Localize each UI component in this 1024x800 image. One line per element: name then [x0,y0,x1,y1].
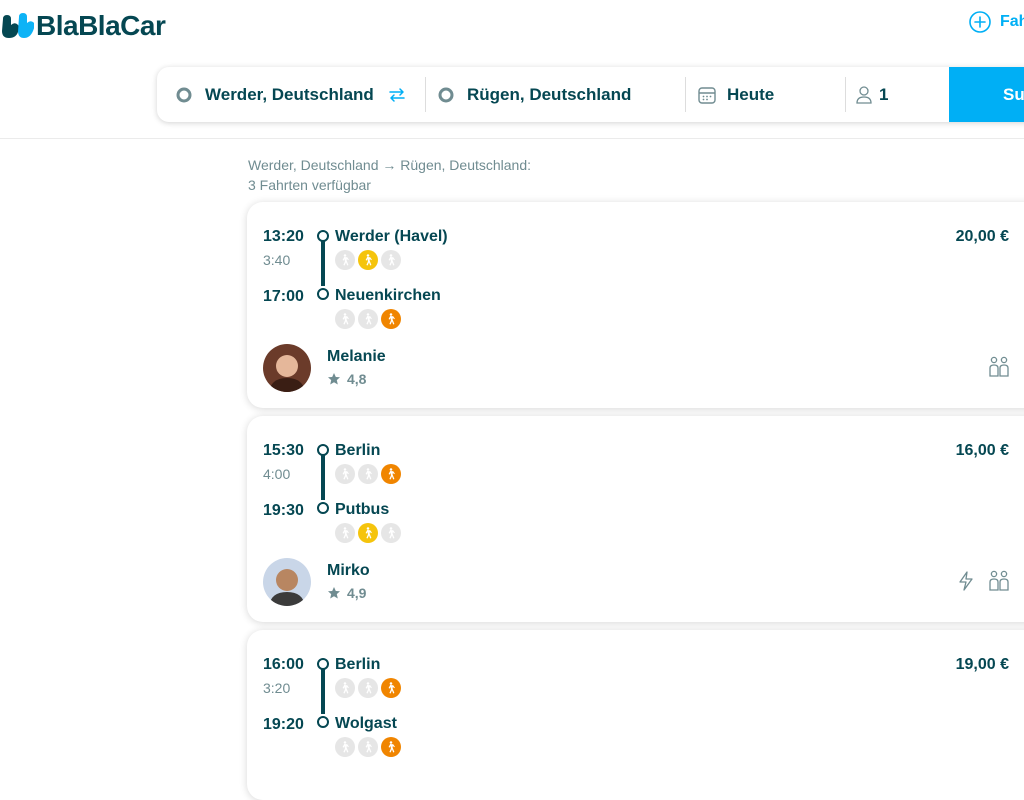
destination-proximity [335,523,401,543]
offer-ride-link[interactable]: Fah [968,10,1024,34]
driver-rating: 4,9 [327,585,366,601]
driver-rating: 4,8 [327,371,366,387]
ride-features [987,356,1011,378]
walking-proximity-icon [358,309,378,329]
search-button[interactable]: Su [949,67,1024,122]
walking-proximity-icon [358,464,378,484]
walking-proximity-icon [381,464,401,484]
arrival-time: 19:20 [263,716,304,733]
lightning-icon [959,571,973,591]
ride-card[interactable]: 15:30 4:00 19:30 Berlin Putbus 16,00 € M… [247,416,1024,622]
swap-button[interactable] [387,67,413,122]
plus-circle-icon [969,11,991,33]
origin-proximity [335,464,401,484]
search-bar: Werder, Deutschland Rügen, Deutschland H… [157,67,1024,122]
to-value: Rügen, Deutschland [467,84,632,104]
destination-circle-icon [438,87,454,102]
blablacar-logo[interactable]: BlaBlaCar [0,8,166,44]
from-field[interactable]: Werder, Deutschland [175,67,415,122]
max-two-back-seat-icon [989,570,1009,591]
origin-city: Berlin [335,442,381,459]
departure-time: 15:30 [263,442,304,459]
from-value: Werder, Deutschland [205,84,374,104]
date-value: Heute [727,84,775,104]
driver-avatar[interactable] [263,344,311,392]
route-line [321,454,325,500]
person-icon [856,85,872,104]
destination-city: Putbus [335,501,390,518]
ride-price: 16,00 € [955,442,1009,459]
origin-proximity [335,678,401,698]
driver-avatar[interactable] [263,558,311,606]
offer-ride-label: Fah [1000,13,1024,30]
divider [845,77,846,112]
walking-proximity-icon [358,250,378,270]
max-two-back-seat-icon [989,356,1009,377]
route-summary: Werder, Deutschland → Rügen, Deutschland… [248,157,532,173]
blablacar-logo-icon [2,13,34,38]
driver-name: Melanie [327,348,386,365]
divider [425,77,426,112]
destination-proximity [335,309,401,329]
passenger-field[interactable]: 1 [855,67,945,122]
to-field[interactable]: Rügen, Deutschland [437,67,687,122]
walking-proximity-icon [335,678,355,698]
divider [685,77,686,112]
origin-city: Werder (Havel) [335,228,448,245]
destination-city: Neuenkirchen [335,287,441,304]
rating-value: 4,8 [347,371,367,387]
star-icon [328,373,340,385]
walking-proximity-icon [381,309,401,329]
header-divider [0,138,1024,139]
arrival-time: 19:30 [263,502,304,519]
walking-proximity-icon [335,250,355,270]
walking-proximity-icon [381,678,401,698]
departure-time: 13:20 [263,228,304,245]
origin-proximity [335,250,401,270]
driver-name: Mirko [327,562,370,579]
walking-proximity-icon [358,678,378,698]
star-icon [328,587,340,599]
destination-city: Wolgast [335,715,397,732]
ride-price: 20,00 € [955,228,1009,245]
origin-circle-icon [176,87,192,102]
walking-proximity-icon [335,737,355,757]
route-line [321,668,325,714]
walking-proximity-icon [335,523,355,543]
results-summary: Werder, Deutschland → Rügen, Deutschland… [248,155,531,195]
destination-proximity [335,737,401,757]
walking-proximity-icon [335,464,355,484]
walking-proximity-icon [358,737,378,757]
calendar-icon [698,86,716,104]
search-button-label: Su [1003,84,1024,104]
origin-city: Berlin [335,656,381,673]
passenger-count: 1 [879,84,889,104]
duration: 3:40 [263,252,291,268]
route-line [321,240,325,286]
duration: 4:00 [263,466,291,482]
date-field[interactable]: Heute [697,67,837,122]
walking-proximity-icon [381,523,401,543]
swap-arrows-icon [389,87,405,102]
departure-time: 16:00 [263,656,304,673]
walking-proximity-icon [335,309,355,329]
walking-proximity-icon [381,737,401,757]
route-end-dot [317,502,329,514]
ride-card[interactable]: 13:20 3:40 17:00 Werder (Havel) Neuenkir… [247,202,1024,408]
ride-features [957,570,1011,592]
rating-value: 4,9 [347,585,367,601]
route-end-dot [317,716,329,728]
duration: 3:20 [263,680,291,696]
walking-proximity-icon [381,250,401,270]
logo-text: BlaBlaCar [36,10,166,41]
ride-price: 19,00 € [955,656,1009,673]
route-end-dot [317,288,329,300]
walking-proximity-icon [358,523,378,543]
arrival-time: 17:00 [263,288,304,305]
ride-count: 3 Fahrten verfügbar [248,177,371,193]
